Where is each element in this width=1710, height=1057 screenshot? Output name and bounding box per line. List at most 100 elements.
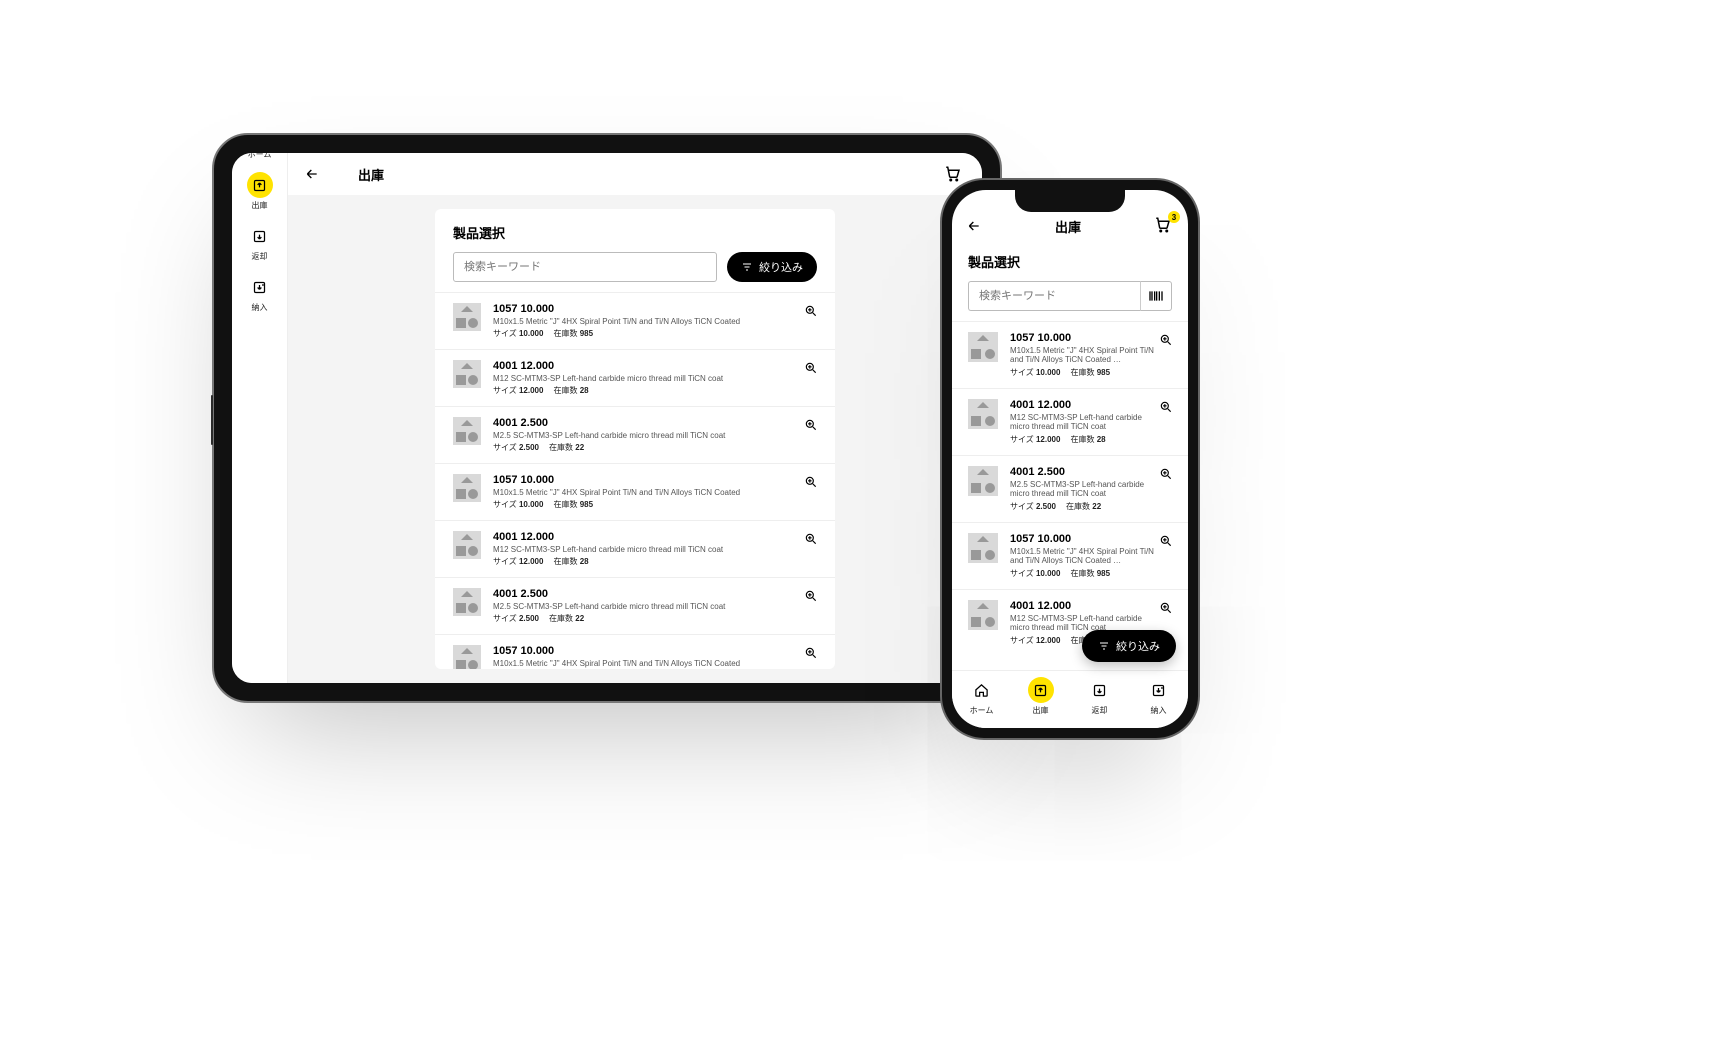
item-name: 4001 12.000 (1010, 399, 1172, 411)
item-name: 1057 10.000 (493, 303, 817, 315)
list-item[interactable]: 1057 10.000 M10x1.5 Metric "J" 4HX Spira… (435, 634, 835, 669)
tablet-main: 製品選択 絞り込み 1057 10.000 M10x1.5 Metric "J"… (288, 195, 982, 683)
product-list: 1057 10.000 M10x1.5 Metric "J" 4HX Spira… (435, 292, 835, 669)
filter-icon (1098, 640, 1110, 652)
zoom-icon[interactable] (1158, 533, 1174, 549)
item-info: 1057 10.000 M10x1.5 Metric "J" 4HX Spira… (1010, 332, 1172, 378)
filter-button[interactable]: 絞り込み (1082, 630, 1176, 662)
search-input[interactable] (968, 281, 1140, 311)
item-info: 1057 10.000 M10x1.5 Metric "J" 4HX Spira… (1010, 533, 1172, 579)
list-item[interactable]: 1057 10.000 M10x1.5 Metric "J" 4HX Spira… (435, 463, 835, 520)
item-name: 4001 12.000 (493, 360, 817, 372)
filter-button[interactable]: 絞り込み (727, 252, 817, 282)
zoom-icon[interactable] (803, 474, 819, 490)
nav-item-label: 返却 (1092, 705, 1108, 716)
inbound-icon (1146, 677, 1172, 703)
product-thumb (453, 303, 481, 331)
list-item[interactable]: 4001 2.500 M2.5 SC-MTM3-SP Left-hand car… (952, 455, 1188, 522)
nav-item-inbound[interactable]: 納入 (1129, 677, 1188, 716)
item-info: 4001 12.000 M12 SC-MTM3-SP Left-hand car… (493, 531, 817, 567)
list-item[interactable]: 4001 12.000 M12 SC-MTM3-SP Left-hand car… (435, 349, 835, 406)
item-description: M12 SC-MTM3-SP Left-hand carbide micro t… (493, 545, 817, 554)
back-button[interactable] (966, 218, 982, 234)
back-button[interactable] (304, 166, 320, 182)
zoom-icon[interactable] (803, 303, 819, 319)
zoom-icon[interactable] (1158, 399, 1174, 415)
list-item[interactable]: 1057 10.000 M10x1.5 Metric "J" 4HX Spira… (952, 522, 1188, 589)
item-meta: サイズ 2.500 在庫数 22 (493, 442, 817, 453)
nav-item-label: 出庫 (1033, 705, 1049, 716)
item-description: M10x1.5 Metric "J" 4HX Spiral Point Ti/N… (493, 488, 817, 497)
item-meta: サイズ 2.500 在庫数 22 (1010, 501, 1172, 512)
list-item[interactable]: 4001 2.500 M2.5 SC-MTM3-SP Left-hand car… (435, 577, 835, 634)
item-meta: サイズ 12.000 在庫数 28 (493, 385, 817, 396)
item-meta: サイズ 10.000 在庫数 985 (1010, 367, 1172, 378)
sidebar-item-return[interactable]: 返却 (247, 223, 273, 262)
item-info: 1057 10.000 M10x1.5 Metric "J" 4HX Spira… (493, 474, 817, 510)
list-item[interactable]: 4001 12.000 M12 SC-MTM3-SP Left-hand car… (435, 520, 835, 577)
item-info: 4001 12.000 M12 SC-MTM3-SP Left-hand car… (493, 360, 817, 396)
nav-item-outbound[interactable]: 出庫 (1011, 677, 1070, 716)
zoom-icon[interactable] (1158, 332, 1174, 348)
list-item[interactable]: 4001 2.500 M2.5 SC-MTM3-SP Left-hand car… (435, 406, 835, 463)
zoom-icon[interactable] (803, 588, 819, 604)
item-meta: サイズ 10.000 在庫数 985 (1010, 568, 1172, 579)
list-item[interactable]: 4001 12.000 M12 SC-MTM3-SP Left-hand car… (952, 388, 1188, 455)
barcode-scan-button[interactable] (1140, 281, 1172, 311)
item-description: M10x1.5 Metric "J" 4HX Spiral Point Ti/N… (493, 659, 817, 668)
sidebar-item-inbound[interactable]: 納入 (247, 274, 273, 313)
list-item[interactable]: 1057 10.000 M10x1.5 Metric "J" 4HX Spira… (435, 292, 835, 349)
item-meta: サイズ 2.500 在庫数 22 (493, 613, 817, 624)
zoom-icon[interactable] (803, 417, 819, 433)
search-input[interactable] (453, 252, 717, 282)
item-info: 4001 12.000 M12 SC-MTM3-SP Left-hand car… (1010, 399, 1172, 445)
product-thumb (453, 474, 481, 502)
zoom-icon[interactable] (1158, 466, 1174, 482)
tablet-sidebar: ホーム 出庫 返却 納 (232, 153, 288, 683)
tablet-topbar: 出庫 (288, 153, 982, 195)
zoom-icon[interactable] (803, 360, 819, 376)
item-meta: サイズ 12.000 在庫数 28 (1010, 434, 1172, 445)
sidebar-item-label: 返却 (252, 251, 268, 262)
item-name: 4001 12.000 (493, 531, 817, 543)
item-name: 1057 10.000 (493, 645, 817, 657)
nav-item-return[interactable]: 返却 (1070, 677, 1129, 716)
sidebar-item-outbound[interactable]: 出庫 (247, 172, 273, 211)
product-thumb (968, 600, 998, 630)
zoom-icon[interactable] (803, 531, 819, 547)
list-item[interactable]: 1057 10.000 M10x1.5 Metric "J" 4HX Spira… (952, 321, 1188, 388)
product-thumb (453, 360, 481, 388)
item-name: 4001 2.500 (1010, 466, 1172, 478)
card-title: 製品選択 (952, 246, 1188, 281)
product-thumb (453, 531, 481, 559)
item-name: 1057 10.000 (1010, 533, 1172, 545)
home-icon (969, 677, 995, 703)
product-thumb (453, 588, 481, 616)
cart-button[interactable] (942, 163, 964, 185)
product-thumb (968, 332, 998, 362)
item-description: M10x1.5 Metric "J" 4HX Spiral Point Ti/N… (1010, 346, 1160, 364)
sidebar-item-label: ホーム (248, 153, 272, 160)
item-description: M2.5 SC-MTM3-SP Left-hand carbide micro … (1010, 480, 1160, 498)
filter-label: 絞り込み (1116, 638, 1160, 654)
item-meta: サイズ 12.000 在庫数 28 (493, 556, 817, 567)
product-list-card: 製品選択 絞り込み 1057 10.000 M10x1.5 Metric "J"… (435, 209, 835, 669)
search-row: 絞り込み (435, 252, 835, 292)
item-description: M10x1.5 Metric "J" 4HX Spiral Point Ti/N… (1010, 547, 1160, 565)
phone-device-frame: 出庫 3 製品選択 1057 10.000 M10x1.5 Metric "J"… (940, 178, 1200, 740)
sidebar-item-home[interactable]: ホーム (247, 153, 273, 160)
nav-item-home[interactable]: ホーム (952, 677, 1011, 716)
cart-button[interactable]: 3 (1154, 216, 1174, 236)
zoom-icon[interactable] (803, 645, 819, 661)
sidebar-item-label: 納入 (252, 302, 268, 313)
tablet-device-frame: ホーム 出庫 返却 納 (212, 133, 1002, 703)
item-info: 4001 2.500 M2.5 SC-MTM3-SP Left-hand car… (493, 588, 817, 624)
zoom-icon[interactable] (1158, 600, 1174, 616)
item-info: 4001 2.500 M2.5 SC-MTM3-SP Left-hand car… (493, 417, 817, 453)
phone-notch (1015, 190, 1125, 212)
item-meta: サイズ 10.000 在庫数 985 (493, 499, 817, 510)
return-icon (1087, 677, 1113, 703)
filter-icon (741, 261, 753, 273)
item-description: M12 SC-MTM3-SP Left-hand carbide micro t… (1010, 413, 1160, 431)
item-meta: サイズ 10.000 在庫数 985 (493, 328, 817, 339)
